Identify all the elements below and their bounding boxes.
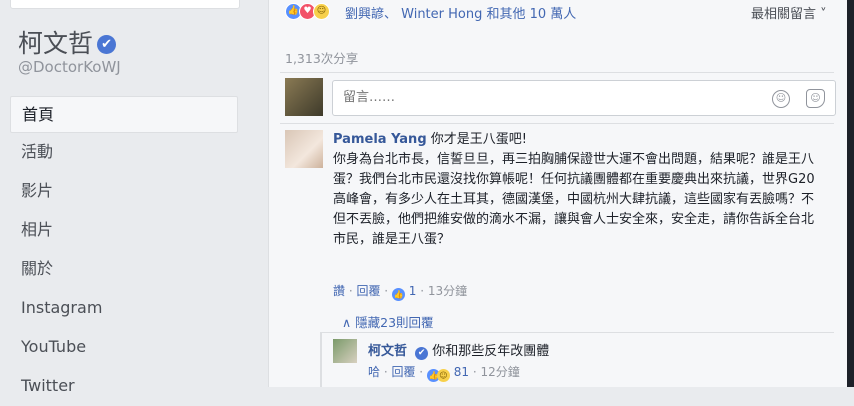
comment-first-line: 你才是王八蛋吧!	[430, 132, 527, 147]
sidebar-item-events[interactable]: 活動	[10, 133, 238, 172]
reaction-count[interactable]: 1	[409, 284, 417, 298]
reply-author-avatar[interactable]	[333, 339, 357, 363]
reply-reaction-count[interactable]: 81	[454, 365, 469, 379]
comment-sort-dropdown[interactable]: 最相關留言 ˅	[751, 3, 827, 22]
page-name-label: 柯文哲	[18, 29, 94, 58]
like-link[interactable]: 讚	[333, 284, 345, 298]
comment-text: 你身為台北市長，信誓旦旦，再三拍胸脯保證世大運不會出問題，結果呢？誰是王八蛋？我…	[333, 152, 815, 247]
comment-body: Pamela Yang 你才是王八蛋吧! 你身為台北市長，信誓旦旦，再三拍胸脯保…	[333, 130, 823, 250]
chevron-up-icon: ∧	[342, 315, 352, 330]
haha-count-icon: ☺	[436, 369, 450, 382]
sidebar-item-photos[interactable]: 相片	[10, 211, 238, 250]
divider	[280, 72, 834, 73]
sticker-icon[interactable]: ☺	[806, 89, 825, 108]
haha-reaction-icon: ☺	[313, 2, 330, 20]
reply-time[interactable]: 12分鐘	[481, 365, 520, 379]
hidden-replies-toggle[interactable]: ∧ 隱藏23則回覆	[342, 312, 434, 331]
comment-input[interactable]	[341, 89, 745, 106]
sidebar-item-about[interactable]: 關於	[10, 250, 238, 289]
reaction-icons[interactable]: 👍 ♥ ☺	[285, 2, 330, 20]
verified-badge-icon: ✔	[415, 347, 429, 360]
verified-badge-icon: ✔	[97, 35, 117, 54]
sidebar-nav: 首頁 活動 影片 相片 關於 Instagram YouTube Twitter	[10, 96, 238, 406]
reply-body: 柯文哲 ✔ 你和那些反年改團體	[368, 340, 549, 360]
comment-actions: 讚 · 回覆 · 👍 1 · 13分鐘	[333, 284, 468, 301]
reply-author[interactable]: 柯文哲	[368, 344, 407, 359]
commenter-avatar[interactable]	[285, 130, 323, 168]
window-edge	[847, 0, 854, 387]
hidden-replies-label: 隱藏23則回覆	[355, 315, 434, 330]
reply-like-link[interactable]: 哈	[368, 365, 380, 379]
sidebar-top-box	[10, 0, 240, 9]
reply-link[interactable]: 回覆	[356, 284, 380, 298]
reply-text: 你和那些反年改團體	[432, 344, 550, 359]
current-user-avatar[interactable]	[285, 78, 323, 116]
page-sidebar: 柯文哲 ✔ @DoctorKoWJ 首頁 活動 影片 相片 關於 Instagra…	[0, 0, 252, 395]
emoji-icon[interactable]: ☺	[772, 90, 790, 108]
sidebar-item-home[interactable]: 首頁	[10, 96, 238, 133]
reply-reply-link[interactable]: 回覆	[391, 365, 415, 379]
page-name[interactable]: 柯文哲 ✔	[18, 24, 117, 60]
reply-thread-rail	[320, 332, 322, 387]
comment-box[interactable]	[332, 80, 836, 116]
sidebar-item-youtube[interactable]: YouTube	[10, 328, 238, 367]
sidebar-item-videos[interactable]: 影片	[10, 172, 238, 211]
sidebar-item-instagram[interactable]: Instagram	[10, 289, 238, 328]
divider	[280, 123, 834, 124]
like-count-icon: 👍	[391, 288, 405, 301]
share-count[interactable]: 1,313次分享	[285, 48, 358, 67]
reaction-names[interactable]: 劉興諺、 Winter Hong 和其他 10 萬人	[345, 3, 576, 22]
page-handle: @DoctorKoWJ	[18, 58, 121, 76]
comment-author[interactable]: Pamela Yang	[333, 132, 427, 147]
divider	[320, 332, 834, 333]
comment-time[interactable]: 13分鐘	[428, 284, 467, 298]
reply-actions: 哈 · 回覆 · 👍☺ 81 · 12分鐘	[368, 365, 520, 382]
